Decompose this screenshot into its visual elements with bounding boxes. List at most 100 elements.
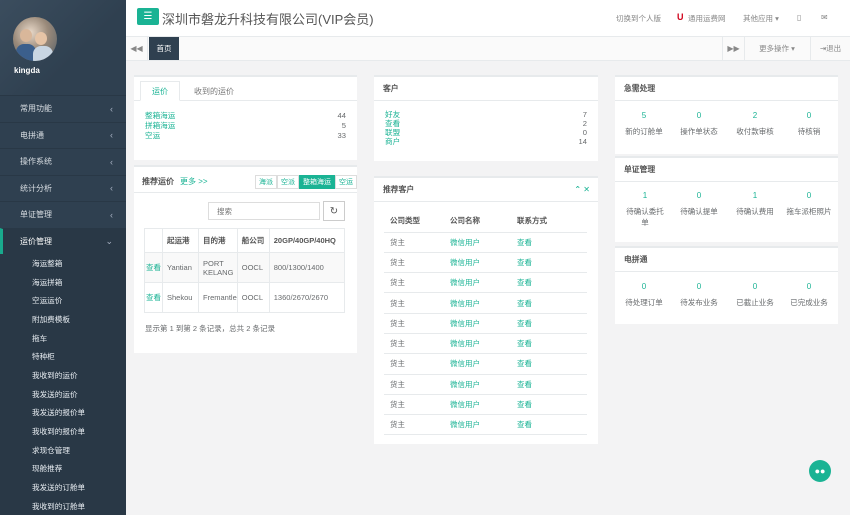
sub-item[interactable]: 我收到的报价单	[0, 422, 126, 441]
universal-freight-link[interactable]: 通用运费网	[688, 13, 726, 24]
tab-scroll-right-icon[interactable]: ▶▶	[722, 37, 744, 60]
company-name-cell[interactable]: 微信用户	[450, 374, 517, 394]
price-cell: 800/1300/1400	[268, 252, 346, 283]
stat-label: 已截止业务	[736, 298, 774, 307]
contact-link[interactable]: 查看	[517, 232, 587, 252]
search-input[interactable]	[208, 202, 320, 220]
nav-item-rates[interactable]: 运价管理 ⌄	[0, 227, 126, 254]
stat-pending-fee[interactable]: 1 待确认费用	[727, 191, 783, 217]
sub-item[interactable]: 我发送的订舱单	[0, 478, 126, 497]
company-type-cell: 货主	[390, 420, 405, 430]
stat-pending-entrust[interactable]: 1 待确认委托单	[623, 191, 667, 228]
freight-link-lcl[interactable]: 拼箱海运	[145, 121, 175, 131]
sub-item[interactable]: 拖车	[0, 329, 126, 348]
contact-link[interactable]: 查看	[517, 354, 587, 374]
tab-home[interactable]: 首页	[149, 37, 179, 60]
stat-op-status[interactable]: 0 操作单状态	[671, 111, 727, 137]
contact-link[interactable]: 查看	[517, 313, 587, 333]
avatar[interactable]	[13, 17, 57, 61]
mobile-icon[interactable]: ▯	[797, 13, 801, 22]
tab-received-freight[interactable]: 收到的运价	[194, 86, 234, 97]
customers-link[interactable]: 联盟	[385, 128, 400, 137]
refresh-button[interactable]: ↻	[323, 201, 345, 221]
sub-item[interactable]: 海运拼箱	[0, 273, 126, 292]
company-name-cell[interactable]: 微信用户	[450, 293, 517, 313]
mail-icon[interactable]: ✉	[821, 13, 828, 22]
contact-link[interactable]: 查看	[517, 333, 587, 353]
urgent-title: 急需处理	[615, 77, 838, 101]
sub-item[interactable]: 我收到的运价	[0, 366, 126, 385]
sub-item[interactable]: 空运运价	[0, 291, 126, 310]
sub-item[interactable]: 特种柜	[0, 347, 126, 366]
nav-item-common[interactable]: 常用功能 ‹	[0, 95, 126, 122]
table-row: 货主 微信用户 查看	[384, 415, 587, 435]
sub-item[interactable]: 现舱推荐	[0, 460, 126, 479]
company-name-cell[interactable]: 微信用户	[450, 273, 517, 293]
username[interactable]: kingda	[14, 66, 40, 75]
chat-button[interactable]: ●●	[809, 460, 831, 482]
contact-link[interactable]: 查看	[517, 415, 587, 435]
sub-item[interactable]: 附加费模板	[0, 310, 126, 329]
stat-pending-publish[interactable]: 0 待发布业务	[671, 282, 727, 308]
filter-button[interactable]: 海派	[255, 175, 277, 189]
stat-pending-orders[interactable]: 0 待处理订单	[615, 282, 673, 308]
filter-button[interactable]: 空运	[335, 175, 357, 189]
exit-button[interactable]: ⇥ 退出	[810, 37, 850, 60]
customers-link[interactable]: 好友	[385, 110, 400, 119]
freight-link-fcl[interactable]: 整箱海运	[145, 111, 175, 121]
company-name-cell[interactable]: 微信用户	[450, 232, 517, 252]
contact-link[interactable]: 查看	[517, 293, 587, 313]
more-link[interactable]: 更多 >>	[180, 176, 208, 187]
contact-link[interactable]: 查看	[517, 273, 587, 293]
sub-item[interactable]: 求现仓管理	[0, 441, 126, 460]
company-name-cell[interactable]: 微信用户	[450, 252, 517, 272]
nav-item-docs[interactable]: 单证管理 ‹	[0, 201, 126, 228]
price-cell: 1360/2670/2670	[268, 282, 346, 313]
company-name-cell[interactable]: 微信用户	[450, 415, 517, 435]
collapse-icon[interactable]: ⌃	[574, 185, 581, 194]
tab-freight[interactable]: 运价	[140, 81, 180, 101]
stat-value: 0	[696, 191, 702, 200]
filter-button-active[interactable]: 整箱海运	[299, 175, 335, 189]
freight-link-air[interactable]: 空运	[145, 131, 160, 141]
contact-link[interactable]: 查看	[517, 394, 587, 414]
stat-closed[interactable]: 0 已截止业务	[727, 282, 783, 308]
company-name-cell[interactable]: 微信用户	[450, 313, 517, 333]
more-actions-dropdown[interactable]: 更多操作 ▾	[744, 37, 809, 60]
sub-item[interactable]: 海运整箱	[0, 254, 126, 273]
customers-link[interactable]: 商户	[385, 137, 400, 146]
nav-item-dianpin[interactable]: 电拼通 ‹	[0, 121, 126, 149]
nav-item-ops[interactable]: 操作系统 ‹	[0, 148, 126, 175]
sub-item[interactable]: 我发送的报价单	[0, 404, 126, 423]
stat-new-booking[interactable]: 5 新的订舱单	[615, 111, 673, 137]
contact-link[interactable]: 查看	[517, 374, 587, 394]
view-link[interactable]: 查看	[146, 293, 161, 302]
stat-payment-review[interactable]: 2 收付款审核	[727, 111, 783, 137]
company-name-cell[interactable]: 微信用户	[450, 354, 517, 374]
stat-value: 0	[641, 282, 647, 291]
column-header: 公司类型	[390, 216, 420, 226]
filter-button[interactable]: 空派	[277, 175, 299, 189]
stat-label: 待确认委托单	[626, 207, 664, 227]
contact-link[interactable]: 查看	[517, 252, 587, 272]
customers-link[interactable]: 查看	[385, 119, 400, 128]
stat-label: 待确认费用	[736, 207, 774, 216]
stat-value: 1	[642, 191, 648, 200]
other-apps-dropdown[interactable]: 其他应用 ▾	[743, 13, 779, 24]
tab-scroll-left-icon[interactable]: ◀◀	[126, 37, 148, 60]
sub-item[interactable]: 我发送的运价	[0, 385, 126, 404]
close-icon[interactable]: ✕	[583, 185, 590, 194]
nav-item-stats[interactable]: 统计分析 ‹	[0, 174, 126, 202]
nav-label: 电拼通	[20, 130, 44, 140]
table-row: 查看 Yantian PORT KELANG OOCL 800/1300/140…	[144, 252, 346, 283]
stat-truck-photos[interactable]: 0 拖车派柜照片	[785, 191, 833, 217]
switch-personal-link[interactable]: 切换到个人版	[616, 13, 661, 24]
stat-completed[interactable]: 0 已完成业务	[781, 282, 837, 308]
company-name-cell[interactable]: 微信用户	[450, 333, 517, 353]
sub-item[interactable]: 我收到的订舱单	[0, 497, 126, 515]
stat-pending-bl[interactable]: 0 待确认提单	[671, 191, 727, 217]
view-link[interactable]: 查看	[146, 263, 161, 272]
stat-write-off[interactable]: 0 待核销	[781, 111, 837, 137]
menu-toggle-button[interactable]: ☰	[137, 8, 159, 25]
company-name-cell[interactable]: 微信用户	[450, 394, 517, 414]
